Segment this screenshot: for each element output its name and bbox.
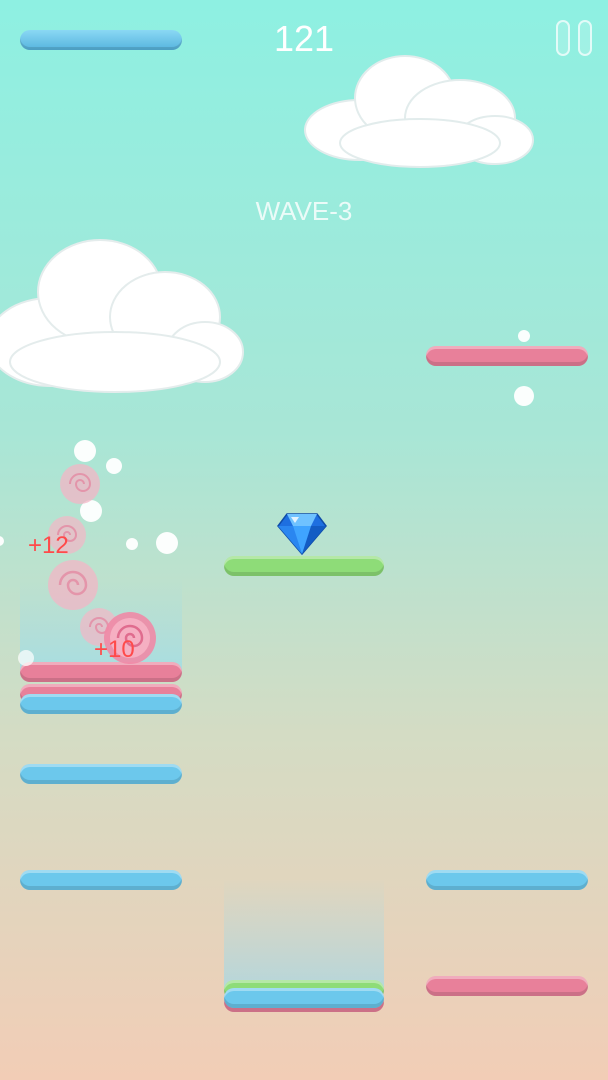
platform-blue: [426, 870, 588, 890]
bubble: [106, 458, 122, 474]
score-popup: +10: [94, 636, 135, 663]
bubble: [514, 386, 534, 406]
platform-pink: [20, 662, 182, 682]
platform-blue: [224, 988, 384, 1008]
lollipop-icon: [48, 560, 98, 610]
bubble: [0, 536, 4, 546]
progress-bar: [20, 30, 182, 50]
platform-pink: [426, 976, 588, 996]
landing-glow-bottom: [224, 878, 384, 988]
pause-icon[interactable]: [556, 20, 594, 56]
lollipop-icon: [60, 464, 100, 504]
platform-blue: [20, 694, 182, 714]
score-popup: +12: [28, 532, 69, 559]
bubble: [156, 532, 178, 554]
bubble: [74, 440, 96, 462]
pause-bar-right: [578, 20, 592, 56]
cloud-left: [0, 239, 244, 393]
game-stage[interactable]: 121 WAVE-3 +12 +10: [0, 0, 608, 1080]
diamond-gem-icon: [277, 513, 327, 556]
bubble: [518, 330, 530, 342]
pause-bar-left: [556, 20, 570, 56]
wave-label: WAVE-3: [255, 196, 353, 226]
cloud-top-right: [304, 55, 534, 168]
platform-pink: [426, 346, 588, 366]
platform-blue: [20, 764, 182, 784]
bubble: [126, 538, 138, 550]
platform-blue: [20, 870, 182, 890]
score-counter: 121: [273, 18, 335, 59]
bubble: [18, 650, 34, 666]
platform-green: [224, 556, 384, 576]
